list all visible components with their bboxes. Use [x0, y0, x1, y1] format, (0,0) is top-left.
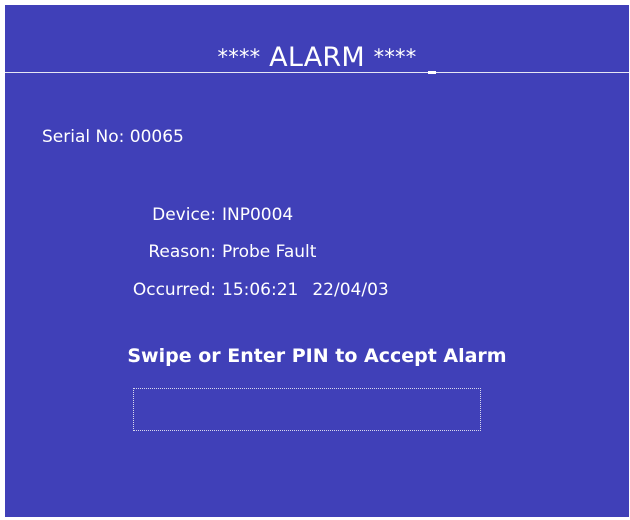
- occurred-label: Occurred:: [132, 280, 216, 300]
- title-suffix-stars: ****: [373, 45, 417, 69]
- reason-value: Probe Fault: [222, 242, 317, 262]
- serial-label: Serial No:: [42, 127, 125, 147]
- serial-value: 00065: [129, 127, 184, 147]
- occurred-time: 15:06:21: [222, 280, 299, 300]
- title-prefix-stars: ****: [217, 45, 261, 69]
- title-divider-marker: [428, 71, 436, 74]
- title-divider: [5, 72, 629, 73]
- occurred-date: 22/04/03: [312, 280, 389, 300]
- device-value: INP0004: [222, 205, 294, 225]
- reason-label: Reason:: [148, 242, 216, 262]
- serial-number: Serial No: 00065: [42, 126, 184, 148]
- accept-prompt: Swipe or Enter PIN to Accept Alarm: [127, 345, 507, 367]
- device-label: Device:: [152, 205, 216, 225]
- alarm-title: **** ALARM ****: [5, 41, 629, 74]
- occurred-value: 15:06:21 22/04/03: [222, 279, 389, 301]
- title-word: ALARM: [269, 42, 365, 73]
- alarm-panel: **** ALARM **** Serial No: 00065 Device:…: [5, 5, 629, 517]
- pin-input[interactable]: [133, 388, 481, 431]
